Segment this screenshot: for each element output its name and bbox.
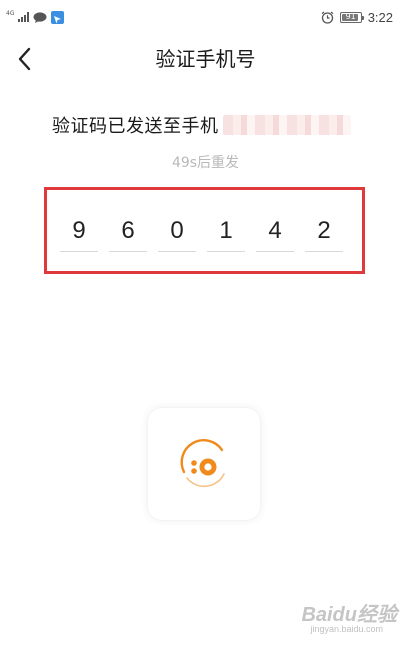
resend-countdown[interactable]: 49s后重发 xyxy=(0,152,411,172)
chat-icon xyxy=(33,11,47,23)
app-logo-card xyxy=(148,408,260,520)
watermark-brand: Baidu经验 xyxy=(301,604,397,626)
code-digit[interactable]: 2 xyxy=(305,212,343,252)
sent-message: 验证码已发送至手机 xyxy=(52,111,351,139)
masked-phone-number xyxy=(222,115,351,135)
status-left: 4G xyxy=(6,9,65,25)
code-input[interactable]: 9 6 0 1 4 2 xyxy=(60,212,348,254)
code-digit[interactable]: 4 xyxy=(256,212,294,252)
battery-icon: 91 xyxy=(339,11,364,23)
network-type: 4G xyxy=(6,10,15,17)
watermark: Baidu经验 jingyan.baidu.com xyxy=(281,598,401,644)
code-digit[interactable]: 6 xyxy=(109,212,147,252)
code-digit[interactable]: 1 xyxy=(207,212,245,252)
app-logo-icon xyxy=(180,439,225,488)
code-digit[interactable]: 9 xyxy=(60,212,98,252)
watermark-url: jingyan.baidu.com xyxy=(310,624,383,634)
alarm-icon xyxy=(321,11,334,24)
app-notification-icon xyxy=(51,10,65,24)
signal-icon xyxy=(18,12,30,22)
page-title: 验证手机号 xyxy=(155,47,256,71)
status-right: 91 3:22 xyxy=(321,9,393,25)
clock: 3:22 xyxy=(367,9,393,25)
battery-level: 91 xyxy=(345,12,356,21)
sent-message-text: 验证码已发送至手机 xyxy=(52,116,219,137)
code-digit[interactable]: 0 xyxy=(158,212,196,252)
status-bar: 4G 91 3:22 xyxy=(0,0,411,34)
